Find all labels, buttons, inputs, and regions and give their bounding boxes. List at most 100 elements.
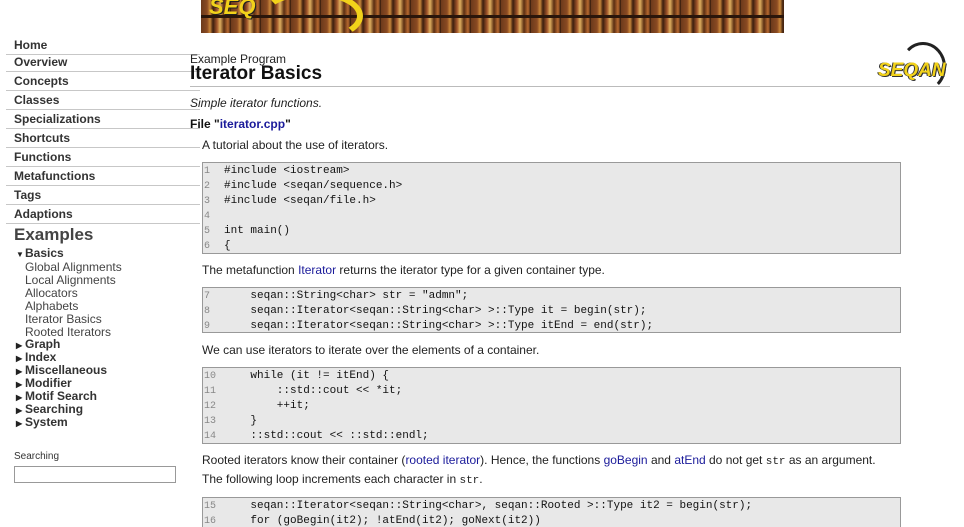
search-input[interactable]	[14, 466, 176, 483]
example-link-global-alignments[interactable]: Global Alignments	[25, 260, 122, 274]
code-line: 13 }	[203, 414, 900, 429]
line-number: 2	[204, 181, 211, 192]
paragraph-text: ). Hence, the functions	[480, 453, 604, 467]
sidebar: Home Overview Concepts Classes Specializ…	[0, 33, 201, 519]
tree-miscellaneous[interactable]: ▶ Miscellaneous	[16, 363, 107, 377]
link-atend[interactable]: atEnd	[674, 453, 705, 467]
code-text: #include <seqan/file.h>	[224, 195, 376, 207]
header-banner: SEQ	[201, 0, 784, 33]
line-number: 6	[204, 241, 211, 252]
nav-concepts[interactable]: Concepts	[6, 72, 200, 91]
search-label: Searching	[14, 451, 60, 462]
link-iterator[interactable]: Iterator	[298, 263, 336, 277]
paragraph-rooted: Rooted iterators know their container (r…	[202, 452, 892, 490]
code-line: 4	[203, 209, 900, 224]
example-link-iterator-basics[interactable]: Iterator Basics	[25, 312, 102, 326]
nav-adaptions[interactable]: Adaptions	[6, 205, 200, 224]
code-text: ::std::cout << *it;	[224, 385, 403, 397]
paragraph-text: and	[647, 453, 675, 467]
tree-miscellaneous-label[interactable]: Miscellaneous	[25, 363, 107, 377]
code-text: #include <iostream>	[224, 165, 350, 177]
code-line: 12 ++it;	[203, 399, 900, 414]
line-number: 13	[204, 416, 217, 427]
line-number: 14	[204, 431, 217, 442]
nav-tags[interactable]: Tags	[6, 186, 200, 205]
example-link-alphabets[interactable]: Alphabets	[25, 299, 78, 313]
tree-basics[interactable]: ▼Basics	[16, 246, 64, 260]
code-line: 6{	[203, 239, 900, 253]
code-line: 7 seqan::String<char> str = "admn";	[203, 289, 900, 304]
nav-shortcuts[interactable]: Shortcuts	[6, 129, 200, 148]
file-link[interactable]: iterator.cpp	[220, 117, 285, 131]
code-line: 14 ::std::cout << ::std::endl;	[203, 429, 900, 443]
inline-code: str	[459, 475, 480, 487]
tree-index-label[interactable]: Index	[25, 350, 56, 364]
nav-functions[interactable]: Functions	[6, 148, 200, 167]
paragraph-text: do not get	[705, 453, 766, 467]
tree-modifier-label[interactable]: Modifier	[25, 376, 72, 390]
line-number: 9	[204, 321, 211, 332]
main-content: Example Program Iterator Basics SEQAN Si…	[190, 33, 964, 527]
code-text: ++it;	[224, 400, 310, 412]
collapsed-triangle-icon[interactable]: ▶	[16, 419, 25, 428]
code-text: }	[224, 415, 258, 427]
file-suffix: "	[285, 117, 291, 131]
seqan-logo: SEQAN	[878, 42, 948, 92]
code-block-3: 10 while (it != itEnd) { 11 ::std::cout …	[202, 367, 901, 444]
code-line: 8 seqan::Iterator<seqan::String<char> >:…	[203, 304, 900, 319]
tree-modifier[interactable]: ▶ Modifier	[16, 376, 72, 390]
collapsed-triangle-icon[interactable]: ▶	[16, 354, 25, 363]
link-rooted-iterator[interactable]: rooted iterator	[405, 453, 480, 467]
nav-metafunctions[interactable]: Metafunctions	[6, 167, 200, 186]
link-gobegin[interactable]: goBegin	[604, 453, 648, 467]
scrollbar[interactable]	[950, 33, 964, 519]
nav-overview[interactable]: Overview	[6, 53, 200, 72]
nav-classes[interactable]: Classes	[6, 91, 200, 110]
tree-motif-search-label[interactable]: Motif Search	[25, 389, 97, 403]
page-title: Iterator Basics	[190, 63, 323, 84]
line-number: 8	[204, 306, 211, 317]
code-line: 16 for (goBegin(it2); !atEnd(it2); goNex…	[203, 514, 900, 527]
title-divider	[190, 86, 950, 87]
tree-searching-label[interactable]: Searching	[25, 402, 83, 416]
paragraph-text: Rooted iterators know their container (	[202, 453, 406, 467]
nav-specializations[interactable]: Specializations	[6, 110, 200, 129]
code-line: 3 #include <seqan/file.h>	[203, 194, 900, 209]
tree-graph-label[interactable]: Graph	[25, 337, 60, 351]
tree-motif-search[interactable]: ▶ Motif Search	[16, 389, 97, 403]
collapsed-triangle-icon[interactable]: ▶	[16, 380, 25, 389]
tree-system[interactable]: ▶ System	[16, 415, 68, 429]
line-number: 10	[204, 371, 217, 382]
code-text: seqan::Iterator<seqan::String<char>, seq…	[224, 500, 753, 512]
intro-paragraph: A tutorial about the use of iterators.	[202, 138, 389, 152]
examples-heading: Examples	[14, 225, 94, 244]
tree-basics-label[interactable]: Basics	[25, 246, 64, 260]
code-text: seqan::Iterator<seqan::String<char> >::T…	[224, 305, 647, 317]
line-number: 12	[204, 401, 217, 412]
paragraph-text: The metafunction	[202, 263, 299, 277]
code-text: {	[224, 240, 231, 252]
code-line: 5 int main()	[203, 224, 900, 239]
collapsed-triangle-icon[interactable]: ▶	[16, 341, 25, 350]
collapsed-triangle-icon[interactable]: ▶	[16, 367, 25, 376]
code-block-1: 1 #include <iostream> 2 #include <seqan/se…	[202, 162, 901, 254]
tree-index[interactable]: ▶ Index	[16, 350, 56, 364]
paragraph-text: .	[479, 472, 483, 486]
seqan-logo-text: SEQAN	[878, 60, 946, 81]
example-link-allocators[interactable]: Allocators	[25, 286, 78, 300]
code-block-4: 15 seqan::Iterator<seqan::String<char>, …	[202, 497, 901, 527]
line-number: 1	[204, 166, 211, 177]
tree-searching[interactable]: ▶ Searching	[16, 402, 83, 416]
line-number: 3	[204, 196, 211, 207]
tree-graph[interactable]: ▶ Graph	[16, 337, 60, 351]
code-text: #include <seqan/sequence.h>	[224, 180, 403, 192]
tree-system-label[interactable]: System	[25, 415, 68, 429]
code-text: ::std::cout << ::std::endl;	[224, 430, 429, 442]
example-link-local-alignments[interactable]: Local Alignments	[25, 273, 116, 287]
line-number: 4	[204, 211, 211, 222]
collapsed-triangle-icon[interactable]: ▶	[16, 406, 25, 415]
paragraph-text: returns the iterator type for a given co…	[336, 263, 605, 277]
expanded-triangle-icon[interactable]: ▼	[16, 250, 25, 259]
collapsed-triangle-icon[interactable]: ▶	[16, 393, 25, 402]
code-text: while (it != itEnd) {	[224, 370, 390, 382]
